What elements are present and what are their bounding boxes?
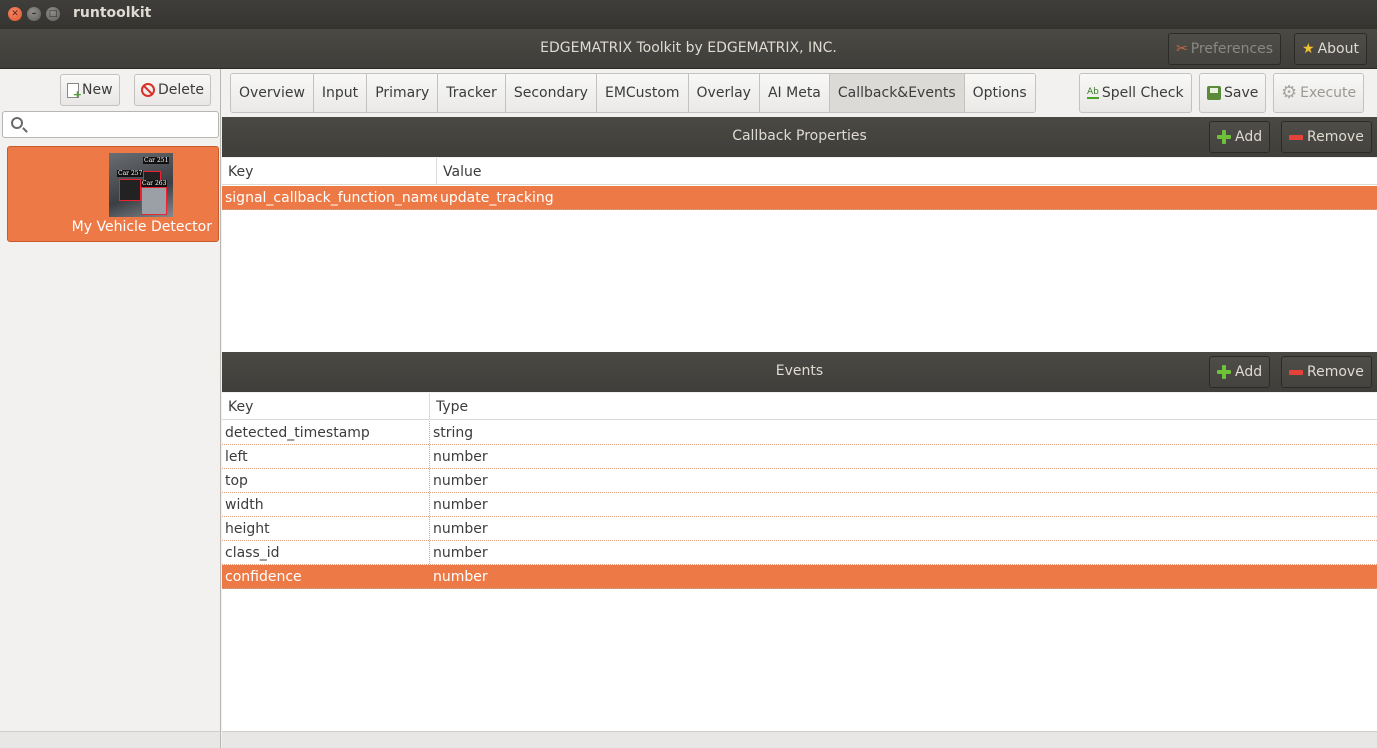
spell-check-label: Spell Check	[1101, 85, 1184, 101]
delete-label: Delete	[158, 82, 204, 98]
callback-remove-button[interactable]: Remove	[1281, 121, 1372, 153]
tab-overview[interactable]: Overview	[231, 74, 314, 112]
table-row[interactable]: confidence number	[222, 565, 1377, 589]
add-label: Add	[1235, 364, 1263, 380]
table-row[interactable]: detected_timestamp string	[222, 421, 1377, 445]
cell-key: width	[222, 493, 430, 516]
column-header-value[interactable]: Value	[437, 158, 1377, 185]
events-header: Events Add Remove	[222, 352, 1377, 392]
plus-icon	[1217, 130, 1231, 144]
tab-primary[interactable]: Primary	[367, 74, 439, 112]
window-title: runtoolkit	[73, 5, 152, 21]
new-file-icon: +	[67, 82, 82, 100]
new-button[interactable]: + New	[60, 74, 120, 106]
execute-button[interactable]: ⚙ Execute	[1273, 73, 1365, 113]
table-header: Key Value	[222, 158, 1377, 185]
header-bar: EDGEMATRIX Toolkit by EDGEMATRIX, INC. ✂…	[0, 29, 1377, 69]
table-row[interactable]: height number	[222, 517, 1377, 541]
remove-label: Remove	[1307, 364, 1364, 380]
thumb-label: Car 263	[141, 180, 168, 187]
tab-options[interactable]: Options	[964, 74, 1035, 112]
new-label: New	[82, 82, 113, 98]
sidebar-scrollbar[interactable]	[0, 731, 220, 748]
tab-secondary[interactable]: Secondary	[505, 74, 597, 112]
sidebar: + New Delete Car 251 Car 257 Car 263 My …	[0, 69, 221, 748]
table-row[interactable]: class_id number	[222, 541, 1377, 565]
table-row[interactable]: top number	[222, 469, 1377, 493]
star-icon: ★	[1302, 41, 1315, 57]
cell-key: detected_timestamp	[222, 421, 430, 444]
thumb-label: Car 257	[117, 170, 144, 177]
minus-icon	[1289, 369, 1303, 375]
table-row[interactable]: left number	[222, 445, 1377, 469]
add-label: Add	[1235, 129, 1263, 145]
tab-callback-events[interactable]: Callback&Events	[829, 74, 965, 112]
cell-type: number	[433, 472, 488, 489]
cell-key: confidence	[225, 568, 302, 585]
delete-button[interactable]: Delete	[134, 74, 211, 106]
cell-type: number	[433, 520, 488, 537]
preferences-button[interactable]: ✂ Preferences	[1168, 33, 1282, 65]
window-titlebar: ✕ – □ runtoolkit	[0, 0, 1377, 29]
cell-key: left	[222, 445, 430, 468]
about-label: About	[1317, 41, 1359, 57]
about-button[interactable]: ★ About	[1294, 33, 1367, 65]
cell-key: height	[222, 517, 430, 540]
tab-overlay[interactable]: Overlay	[688, 74, 760, 112]
sidebar-item-label: My Vehicle Detector	[71, 219, 212, 235]
cell-type: number	[433, 496, 488, 513]
callback-properties-header: Callback Properties Add Remove	[222, 117, 1377, 157]
search-input[interactable]	[29, 115, 214, 135]
tab-ai-meta[interactable]: AI Meta	[759, 74, 830, 112]
table-row[interactable]: signal_callback_function_name update_tra…	[222, 186, 1377, 210]
cell-type: number	[433, 568, 488, 585]
tab-input[interactable]: Input	[313, 74, 368, 112]
vehicle-thumbnail: Car 251 Car 257 Car 263	[109, 153, 173, 217]
window-maximize-button[interactable]: □	[46, 7, 60, 21]
cell-type: string	[433, 424, 474, 441]
remove-label: Remove	[1307, 129, 1364, 145]
table-header: Key Type	[222, 393, 1377, 420]
callback-properties-table: Key Value signal_callback_function_name …	[222, 158, 1377, 352]
cell-key: signal_callback_function_name	[225, 189, 437, 206]
forbidden-icon	[141, 83, 155, 97]
tab-tracker[interactable]: Tracker	[438, 74, 506, 112]
preferences-label: Preferences	[1190, 41, 1274, 57]
spell-check-icon: Ab	[1087, 86, 1099, 99]
tools-icon: ✂	[1176, 41, 1188, 57]
cell-key: top	[222, 469, 430, 492]
events-title: Events	[775, 363, 824, 379]
cell-key: class_id	[222, 541, 430, 564]
spell-check-button[interactable]: Ab Spell Check	[1079, 73, 1192, 113]
callback-add-button[interactable]: Add	[1209, 121, 1271, 153]
minus-icon	[1289, 134, 1303, 140]
table-row[interactable]: width number	[222, 493, 1377, 517]
sidebar-item-my-vehicle-detector[interactable]: Car 251 Car 257 Car 263 My Vehicle Detec…	[7, 146, 219, 242]
callback-properties-title: Callback Properties	[732, 128, 867, 144]
events-remove-button[interactable]: Remove	[1281, 356, 1372, 388]
column-header-key[interactable]: Key	[222, 393, 430, 420]
execute-label: Execute	[1300, 85, 1357, 101]
tab-bar: Overview Input Primary Tracker Secondary…	[230, 73, 1036, 113]
main-scrollbar[interactable]	[222, 731, 1377, 748]
cell-type: number	[433, 448, 488, 465]
column-header-key[interactable]: Key	[222, 158, 437, 185]
window-close-button[interactable]: ✕	[8, 7, 22, 21]
plus-icon	[1217, 365, 1231, 379]
save-label: Save	[1224, 85, 1259, 101]
save-icon	[1207, 86, 1221, 100]
thumb-label: Car 251	[143, 157, 170, 164]
search-field[interactable]	[2, 111, 219, 138]
cell-value: update_tracking	[440, 189, 554, 206]
search-icon	[11, 117, 23, 129]
events-add-button[interactable]: Add	[1209, 356, 1271, 388]
window-minimize-button[interactable]: –	[27, 7, 41, 21]
main-panel: Overview Input Primary Tracker Secondary…	[222, 69, 1377, 748]
tab-emcustom[interactable]: EMCustom	[596, 74, 689, 112]
cell-type: number	[433, 544, 488, 561]
gear-icon: ⚙	[1281, 82, 1298, 103]
events-table: Key Type detected_timestamp string left …	[222, 393, 1377, 731]
column-header-type[interactable]: Type	[430, 393, 1377, 420]
save-button[interactable]: Save	[1199, 73, 1267, 113]
